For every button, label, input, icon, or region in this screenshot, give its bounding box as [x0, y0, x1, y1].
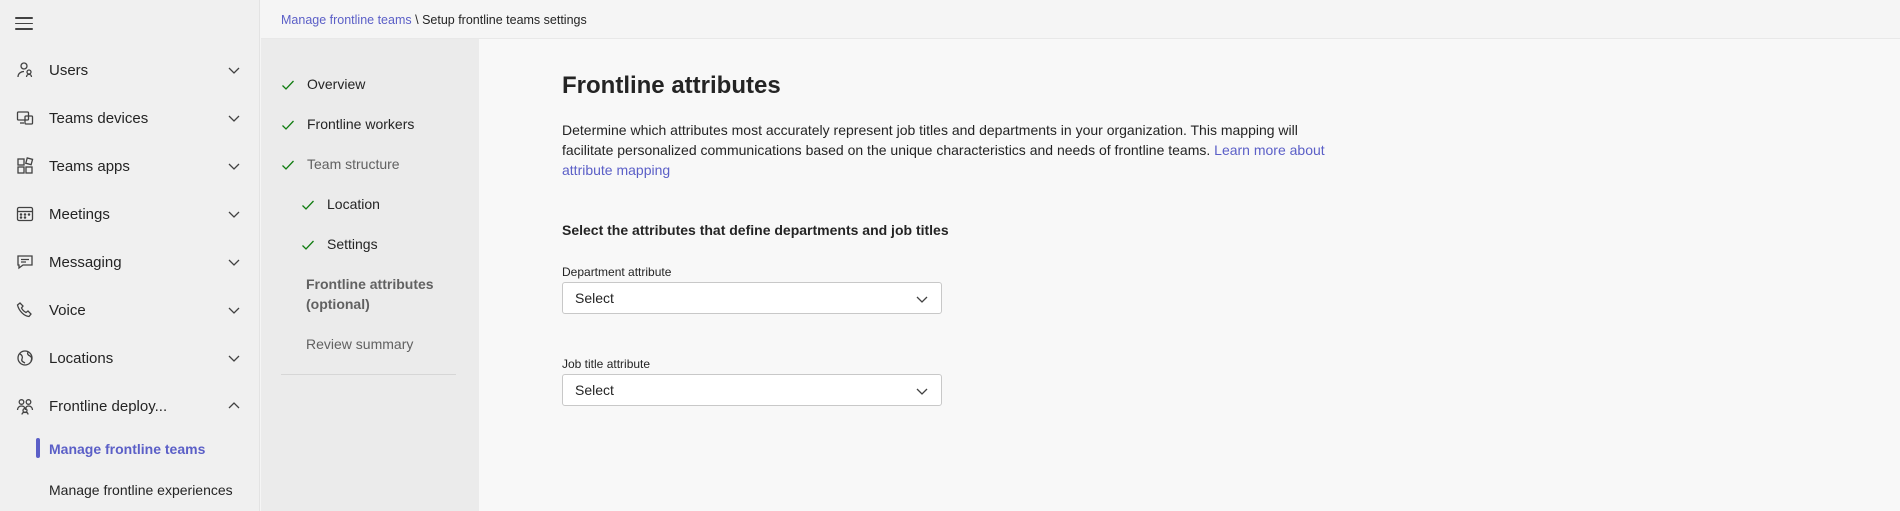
nav-item-label: Voice [49, 301, 86, 319]
step-label: Team structure [307, 156, 400, 172]
chevron-up-icon [228, 402, 240, 409]
frontline-people-icon [16, 397, 34, 415]
devices-icon [16, 109, 34, 127]
breadcrumb-bar: Manage frontline teams \ Setup frontline… [261, 0, 1900, 39]
step-location[interactable]: Location [301, 196, 380, 212]
calendar-icon [16, 205, 34, 223]
step-team-structure[interactable]: Team structure [281, 156, 400, 172]
description-text: Determine which attributes most accurate… [562, 122, 1298, 158]
dropdown-value: Select [575, 382, 614, 398]
step-settings[interactable]: Settings [301, 236, 378, 252]
active-indicator [36, 438, 40, 458]
nav-item-label: Locations [49, 349, 114, 367]
checkmark-icon [282, 120, 294, 130]
nav-subitem-manage-frontline-experiences[interactable]: Manage frontline experiences [49, 482, 233, 498]
step-label: Review summary [306, 336, 414, 352]
step-label: Settings [327, 236, 378, 252]
step-frontline-workers[interactable]: Frontline workers [281, 116, 414, 132]
chevron-down-icon [228, 307, 240, 314]
nav-item-users[interactable]: Users [0, 50, 259, 90]
job-title-attribute-label: Job title attribute [562, 357, 651, 371]
nav-item-teams-apps[interactable]: Teams apps [0, 146, 259, 186]
job-title-attribute-dropdown[interactable]: Select [562, 374, 942, 406]
globe-icon [16, 349, 34, 367]
checkmark-icon [302, 200, 314, 210]
nav-item-voice[interactable]: Voice [0, 290, 259, 330]
chevron-down-icon [228, 355, 240, 362]
breadcrumb-link-manage-frontline-teams[interactable]: Manage frontline teams [281, 13, 412, 27]
breadcrumb-separator: \ [411, 13, 423, 27]
department-attribute-label: Department attribute [562, 265, 672, 279]
step-review-summary[interactable]: Review summary [306, 336, 413, 352]
step-frontline-attributes[interactable]: Frontline attributes (optional) [306, 274, 434, 314]
chevron-down-icon [228, 259, 240, 266]
nav-item-locations[interactable]: Locations [0, 338, 259, 378]
nav-item-messaging[interactable]: Messaging [0, 242, 259, 282]
step-label-line2: (optional) [306, 296, 370, 312]
nav-item-meetings[interactable]: Meetings [0, 194, 259, 234]
checkmark-icon [302, 240, 314, 250]
users-icon [16, 61, 34, 79]
breadcrumb: Manage frontline teams \ Setup frontline… [281, 13, 587, 27]
chevron-down-icon [228, 67, 240, 74]
nav-item-label: Teams apps [49, 157, 130, 175]
breadcrumb-current: Setup frontline teams settings [422, 13, 587, 27]
step-label: Location [327, 196, 380, 212]
page-description: Determine which attributes most accurate… [562, 120, 1352, 180]
chevron-down-icon [228, 163, 240, 170]
nav-item-label: Teams devices [49, 109, 149, 127]
section-title: Select the attributes that define depart… [562, 222, 949, 238]
department-attribute-dropdown[interactable]: Select [562, 282, 942, 314]
step-overview[interactable]: Overview [281, 76, 365, 92]
chat-icon [16, 253, 34, 271]
phone-icon [16, 301, 34, 319]
checkmark-icon [282, 80, 294, 90]
chevron-down-icon [228, 115, 240, 122]
chevron-down-icon [228, 211, 240, 218]
page-title: Frontline attributes [562, 72, 781, 99]
divider [281, 374, 456, 375]
nav-item-label: Messaging [49, 253, 122, 271]
nav-item-frontline-deployment[interactable]: Frontline deploy... [0, 386, 259, 426]
step-label: Overview [307, 76, 366, 92]
nav-item-label: Frontline deploy... [49, 397, 168, 415]
left-navigation: Users Teams devices Teams apps Meetings … [0, 0, 260, 511]
apps-icon [16, 157, 34, 175]
hamburger-icon[interactable] [15, 17, 33, 31]
chevron-down-icon [916, 296, 928, 303]
checkmark-icon [282, 160, 294, 170]
nav-item-label: Meetings [49, 205, 110, 223]
chevron-down-icon [916, 388, 928, 395]
nav-subitem-manage-frontline-teams[interactable]: Manage frontline teams [49, 441, 205, 457]
dropdown-value: Select [575, 290, 614, 306]
main-content: Frontline attributes Determine which att… [479, 39, 1900, 511]
wizard-steps-panel: Overview Frontline workers Team structur… [261, 39, 479, 511]
nav-item-teams-devices[interactable]: Teams devices [0, 98, 259, 138]
step-label: Frontline workers [307, 116, 415, 132]
step-label-line1: Frontline attributes [306, 276, 434, 292]
nav-item-label: Users [49, 61, 89, 79]
